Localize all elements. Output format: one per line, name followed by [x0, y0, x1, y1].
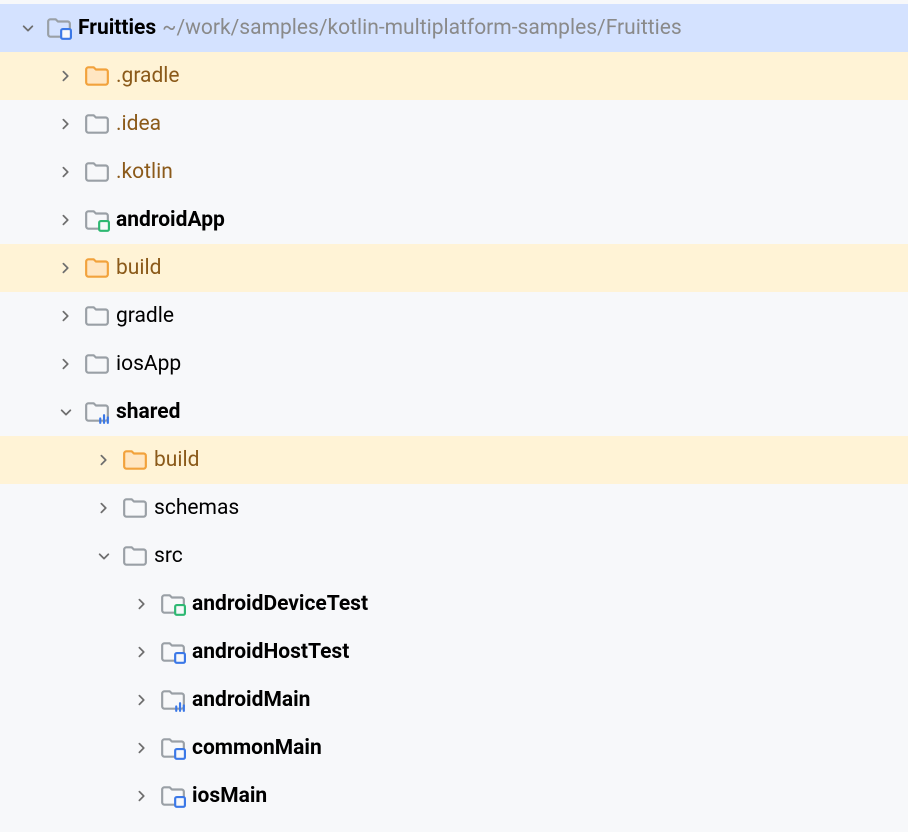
folder-icon — [122, 447, 148, 473]
tree-item-label: androidMain — [192, 688, 310, 712]
tree-item-path: ~/work/samples/kotlin-multiplatform-samp… — [162, 16, 682, 40]
tree-item-gradle[interactable]: gradle — [0, 292, 908, 340]
chevron-right-icon[interactable] — [130, 736, 154, 760]
tree-item-shared-build[interactable]: build — [0, 436, 908, 484]
module-folder-icon — [84, 207, 110, 233]
chevron-right-icon[interactable] — [54, 256, 78, 280]
chevron-right-icon[interactable] — [54, 352, 78, 376]
chevron-right-icon[interactable] — [54, 208, 78, 232]
tree-item-schemas[interactable]: schemas — [0, 484, 908, 532]
tree-item-androidapp[interactable]: androidApp — [0, 196, 908, 244]
tree-item-label: androidApp — [116, 208, 225, 232]
tree-item-androiddevicetest[interactable]: androidDeviceTest — [0, 580, 908, 628]
chevron-right-icon[interactable] — [130, 688, 154, 712]
tree-item-build[interactable]: build — [0, 244, 908, 292]
tree-item-label: iosApp — [116, 352, 181, 376]
tree-item-label: iosMain — [192, 784, 267, 808]
tree-item-idea[interactable]: .idea — [0, 100, 908, 148]
chevron-right-icon[interactable] — [54, 160, 78, 184]
folder-icon — [84, 351, 110, 377]
folder-icon — [84, 255, 110, 281]
project-tree: Fruitties ~/work/samples/kotlin-multipla… — [0, 0, 908, 820]
tree-item-label: androidHostTest — [192, 640, 349, 664]
folder-icon — [84, 159, 110, 185]
tree-item-commonmain[interactable]: commonMain — [0, 724, 908, 772]
chevron-right-icon[interactable] — [130, 784, 154, 808]
tree-item-label: gradle — [116, 304, 174, 328]
module-folder-icon — [160, 639, 186, 665]
chevron-right-icon[interactable] — [92, 496, 116, 520]
chevron-down-icon[interactable] — [16, 16, 40, 40]
tree-item-label: Fruitties — [78, 16, 156, 40]
tree-item-label: shared — [116, 400, 180, 424]
tree-item-src[interactable]: src — [0, 532, 908, 580]
tree-item-label: build — [116, 256, 161, 280]
chevron-right-icon[interactable] — [54, 64, 78, 88]
folder-icon — [84, 63, 110, 89]
module-folder-icon — [84, 399, 110, 425]
folder-icon — [84, 303, 110, 329]
chevron-down-icon[interactable] — [54, 400, 78, 424]
tree-item-root[interactable]: Fruitties ~/work/samples/kotlin-multipla… — [0, 4, 908, 52]
tree-item-androidmain[interactable]: androidMain — [0, 676, 908, 724]
folder-icon — [122, 495, 148, 521]
module-folder-icon — [160, 735, 186, 761]
tree-item-iosmain[interactable]: iosMain — [0, 772, 908, 820]
tree-item-androidhosttest[interactable]: androidHostTest — [0, 628, 908, 676]
tree-item-label: .kotlin — [116, 160, 173, 184]
module-folder-icon — [46, 15, 72, 41]
tree-item-label: build — [154, 448, 199, 472]
tree-item-iosapp[interactable]: iosApp — [0, 340, 908, 388]
tree-item-kotlin[interactable]: .kotlin — [0, 148, 908, 196]
module-folder-icon — [160, 783, 186, 809]
chevron-right-icon[interactable] — [54, 304, 78, 328]
tree-item-gradle-dot[interactable]: .gradle — [0, 52, 908, 100]
chevron-down-icon[interactable] — [92, 544, 116, 568]
tree-item-label: .gradle — [116, 64, 180, 88]
folder-icon — [84, 111, 110, 137]
tree-item-label: src — [154, 544, 183, 568]
tree-item-label: commonMain — [192, 736, 322, 760]
chevron-right-icon[interactable] — [92, 448, 116, 472]
tree-item-shared[interactable]: shared — [0, 388, 908, 436]
chevron-right-icon[interactable] — [54, 112, 78, 136]
folder-icon — [122, 543, 148, 569]
tree-item-label: schemas — [154, 496, 239, 520]
tree-item-label: .idea — [116, 112, 161, 136]
module-folder-icon — [160, 687, 186, 713]
chevron-right-icon[interactable] — [130, 592, 154, 616]
chevron-right-icon[interactable] — [130, 640, 154, 664]
module-folder-icon — [160, 591, 186, 617]
tree-item-label: androidDeviceTest — [192, 592, 368, 616]
